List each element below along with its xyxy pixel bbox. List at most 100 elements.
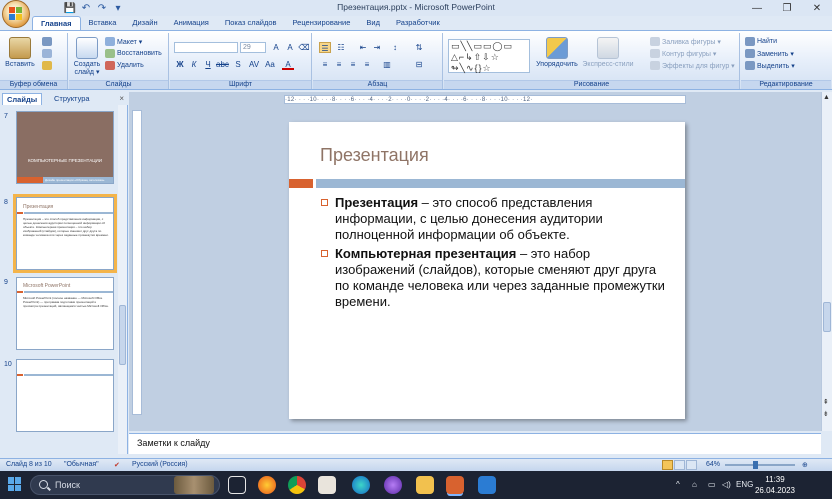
strikethrough-button[interactable]: abc	[216, 59, 229, 70]
bullets-button[interactable]: ☰	[319, 42, 331, 53]
copy-button[interactable]	[42, 49, 52, 58]
widget-icon[interactable]	[174, 476, 214, 494]
powerpoint-taskbar-icon[interactable]	[446, 476, 464, 494]
select-button[interactable]: Выделить ▾	[745, 61, 795, 70]
delete-slide-button[interactable]: Удалить	[105, 61, 144, 70]
tab-design[interactable]: Дизайн	[124, 16, 165, 30]
tab-developer[interactable]: Разработчик	[388, 16, 448, 30]
reset-button[interactable]: Восстановить	[105, 49, 162, 58]
font-color-button[interactable]: A	[282, 59, 294, 70]
close-button[interactable]: ✕	[802, 0, 832, 16]
tab-slideshow[interactable]: Показ слайдов	[217, 16, 285, 30]
align-left-button[interactable]: ≡	[319, 59, 331, 70]
replace-button[interactable]: Заменить ▾	[745, 49, 794, 58]
slideshow-view-button[interactable]	[686, 460, 697, 470]
shadow-button[interactable]: S	[232, 59, 244, 70]
next-slide-icon[interactable]: ⇟	[823, 410, 829, 418]
slide-scroll-thumb[interactable]	[823, 302, 831, 332]
shape-fill-button[interactable]: Заливка фигуры ▾	[650, 37, 721, 46]
tab-outline[interactable]: Структура	[50, 93, 94, 105]
tab-slides[interactable]: Слайды	[2, 93, 43, 105]
tab-review[interactable]: Рецензирование	[284, 16, 358, 30]
sorter-view-button[interactable]	[674, 460, 685, 470]
tab-view[interactable]: Вид	[358, 16, 388, 30]
slide-title[interactable]: Презентация	[320, 145, 429, 166]
align-text-button[interactable]: ⊟	[413, 59, 425, 70]
slide-thumb-7[interactable]: КОМПЬЮТЕРНЫЕ ПРЕЗЕНТАЦИИ Дизайн презента…	[16, 111, 114, 184]
font-name-combo[interactable]	[174, 42, 238, 53]
font-size-combo[interactable]: 29	[240, 42, 266, 53]
tab-home[interactable]: Главная	[32, 16, 81, 31]
shapes-gallery[interactable]: ▭╲╲▭▭◯▭ △⌐↳⇧⇩☆ ↬╲∿{}☆	[448, 39, 530, 73]
zoom-knob[interactable]	[753, 461, 758, 469]
format-painter-button[interactable]	[42, 61, 52, 70]
align-right-button[interactable]: ≡	[347, 59, 359, 70]
slide-scrollbar[interactable]: ▲ ⇞ ⇟	[821, 92, 832, 431]
zoom-level[interactable]: 64%	[706, 461, 720, 468]
tray-chevron-icon[interactable]: ^	[676, 480, 680, 489]
normal-view-button[interactable]	[662, 460, 673, 470]
decrease-indent-button[interactable]: ⇤	[357, 42, 369, 53]
slide-thumb-8[interactable]: Презентация Презентация – это способ пре…	[13, 194, 117, 273]
paint-icon[interactable]	[318, 476, 336, 494]
bold-button[interactable]: Ж	[174, 59, 186, 70]
tab-insert[interactable]: Вставка	[81, 16, 125, 30]
thumbnail-scrollbar[interactable]	[118, 105, 127, 454]
arrange-button[interactable]: Упорядочить	[536, 37, 578, 68]
battery-icon[interactable]: ▭	[708, 480, 716, 489]
line-spacing-button[interactable]: ↕	[389, 42, 401, 53]
shrink-font-button[interactable]: A	[284, 42, 296, 53]
zoom-slider[interactable]	[725, 461, 795, 469]
task-view-icon[interactable]	[228, 476, 246, 494]
find-button[interactable]: Найти	[745, 37, 777, 46]
slide-content[interactable]: Презентация – это способ представления и…	[321, 195, 671, 313]
increase-indent-button[interactable]: ⇥	[371, 42, 383, 53]
new-slide-button[interactable]: Создать слайд ▾	[71, 37, 103, 76]
italic-button[interactable]: К	[188, 59, 200, 70]
numbering-button[interactable]: ☷	[335, 42, 347, 53]
tab-animation[interactable]: Анимация	[166, 16, 217, 30]
underline-button[interactable]: Ч	[202, 59, 214, 70]
volume-icon[interactable]: ◁)	[722, 480, 731, 489]
arrange-label: Упорядочить	[536, 61, 578, 68]
minimize-button[interactable]: —	[742, 0, 772, 16]
shape-effects-button[interactable]: Эффекты для фигур ▾	[650, 61, 735, 70]
network-icon[interactable]: ⌂	[692, 480, 697, 489]
spacing-button[interactable]: AV	[248, 59, 260, 70]
media-player-icon[interactable]	[384, 476, 402, 494]
fit-window-icon[interactable]: ⊕	[802, 461, 808, 469]
system-clock[interactable]: 11:39 26.04.2023	[752, 474, 798, 496]
justify-button[interactable]: ≡	[361, 59, 373, 70]
edge-icon[interactable]	[352, 476, 370, 494]
columns-button[interactable]: ▥	[381, 59, 393, 70]
notes-pane[interactable]: Заметки к слайду	[129, 433, 821, 454]
slide-thumb-10[interactable]	[16, 359, 114, 432]
cut-button[interactable]	[42, 37, 52, 46]
change-case-button[interactable]: Aa	[264, 59, 276, 70]
file-explorer-icon[interactable]	[416, 476, 434, 494]
language[interactable]: Русский (Россия)	[132, 461, 188, 468]
input-language[interactable]: ENG	[736, 480, 753, 489]
spellcheck-icon[interactable]: ✔	[114, 461, 120, 469]
word-icon[interactable]	[478, 476, 496, 494]
start-icon[interactable]	[8, 477, 22, 491]
thumbnail-scroll-thumb[interactable]	[119, 305, 126, 365]
layout-button[interactable]: Макет ▾	[105, 37, 142, 46]
current-slide[interactable]: Презентация Презентация – это способ пре…	[289, 122, 685, 419]
prev-slide-icon[interactable]: ⇞	[823, 398, 829, 406]
slide-thumb-9[interactable]: Microsoft PowerPoint Microsoft PowerPoin…	[16, 277, 114, 350]
theme-name[interactable]: "Обычная"	[64, 461, 99, 468]
scroll-up-icon[interactable]: ▲	[823, 94, 830, 101]
paste-button[interactable]: Вставить	[4, 37, 36, 68]
grow-font-button[interactable]: A	[270, 42, 282, 53]
shape-outline-button[interactable]: Контур фигуры ▾	[650, 49, 716, 58]
firefox-icon[interactable]	[258, 476, 276, 494]
close-panel-icon[interactable]: ×	[119, 94, 124, 103]
chrome-icon[interactable]	[288, 476, 306, 494]
align-center-button[interactable]: ≡	[333, 59, 345, 70]
office-button[interactable]	[2, 0, 30, 28]
clear-format-button[interactable]: ⌫	[298, 42, 310, 53]
maximize-button[interactable]: ❐	[772, 0, 802, 16]
quick-styles-button[interactable]: Экспресс-стили	[580, 37, 636, 68]
text-direction-button[interactable]: ⇅	[413, 42, 425, 53]
